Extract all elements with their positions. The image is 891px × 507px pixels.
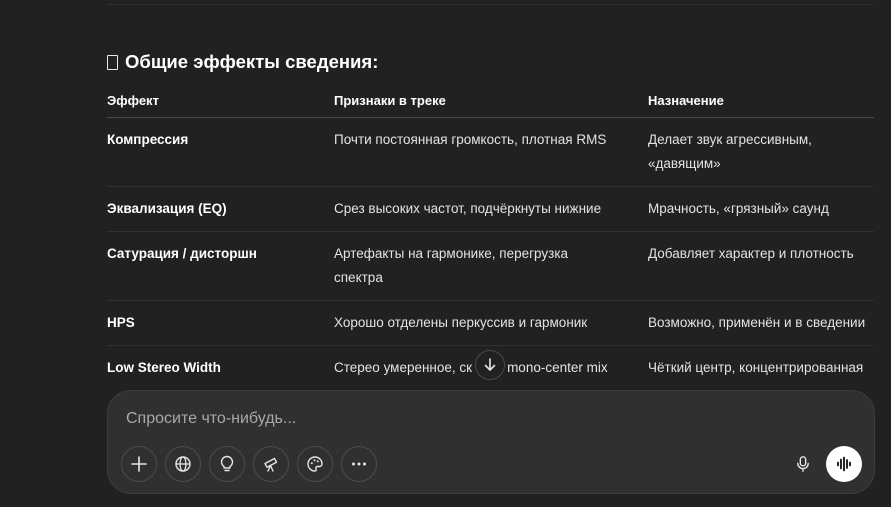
plus-icon <box>131 456 147 472</box>
message-composer <box>107 390 875 494</box>
add-button[interactable] <box>121 446 157 482</box>
column-header-purpose: Назначение <box>648 84 874 118</box>
telescope-icon <box>264 457 278 472</box>
table-header-row: Эффект Признаки в треке Назначение <box>107 84 874 118</box>
effect-name: Эквализация (EQ) <box>107 186 334 232</box>
effect-purpose: Делает звук агрессивным, «давящим» <box>648 117 874 187</box>
table-row: Эквализация (EQ) Срез высоких частот, по… <box>107 186 874 232</box>
effect-signs: Срез высоких частот, подчёркнуты нижние <box>334 186 648 232</box>
ellipsis-icon <box>352 462 366 466</box>
microphone-icon <box>797 456 809 472</box>
top-divider <box>107 4 874 5</box>
effect-name: Сатурация / дисторшн <box>107 231 334 301</box>
scroll-to-bottom-button[interactable] <box>475 350 505 380</box>
table-row: Компрессия Почти постоянная громкость, п… <box>107 117 874 187</box>
effect-signs-start: Стерео умеренное, ск <box>334 360 473 375</box>
effect-signs: Хорошо отделены перкуссив и гармоник <box>334 300 648 346</box>
think-button[interactable] <box>209 446 245 482</box>
create-image-button[interactable] <box>297 446 333 482</box>
palette-icon <box>307 456 323 472</box>
effect-signs: Почти постоянная громкость, плотная RMS <box>334 117 648 187</box>
effect-name: Компрессия <box>107 117 334 187</box>
voice-waveform-icon <box>837 456 851 472</box>
effect-purpose: Мрачность, «грязный» саунд <box>648 186 874 232</box>
effect-name: HPS <box>107 300 334 346</box>
lightbulb-icon <box>220 455 234 472</box>
globe-icon <box>175 456 191 472</box>
effect-signs-end: mono-center mix <box>507 360 608 375</box>
effect-signs: Артефакты на гармонике, перегрузка спект… <box>334 231 648 301</box>
column-header-effect: Эффект <box>107 84 334 118</box>
effects-table: Эффект Признаки в треке Назначение Компр… <box>107 84 874 391</box>
more-tools-button[interactable] <box>341 446 377 482</box>
effect-purpose: Добавляет характер и плотность <box>648 231 874 301</box>
arrow-down-icon <box>484 358 496 371</box>
column-header-signs: Признаки в треке <box>334 84 648 118</box>
section-title: Общие эффекты сведения: <box>125 51 379 72</box>
deep-research-button[interactable] <box>253 446 289 482</box>
dictate-button[interactable] <box>785 446 821 482</box>
voice-mode-button[interactable] <box>826 446 862 482</box>
effect-purpose: Возможно, применён и в сведении <box>648 300 874 346</box>
table-row: Сатурация / дисторшн Артефакты на гармон… <box>107 231 874 301</box>
web-search-button[interactable] <box>165 446 201 482</box>
missing-glyph-icon <box>107 55 118 70</box>
prompt-input[interactable] <box>126 407 766 431</box>
section-heading: Общие эффекты сведения: <box>107 50 378 74</box>
table-row: HPS Хорошо отделены перкуссив и гармоник… <box>107 300 874 346</box>
